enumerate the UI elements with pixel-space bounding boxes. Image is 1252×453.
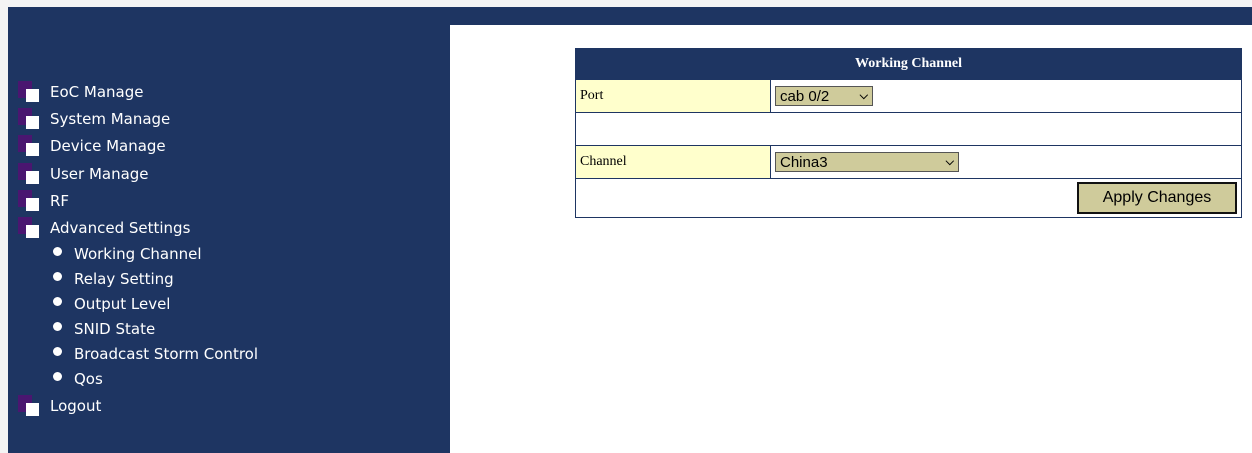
sidebar-subitem-label: Working Channel <box>74 245 202 264</box>
top-border <box>0 0 1252 7</box>
sidebar-item-user-manage[interactable]: User Manage <box>18 160 258 187</box>
sidebar-item-system-manage[interactable]: System Manage <box>18 105 258 132</box>
folder-icon <box>18 395 40 417</box>
folder-icon <box>18 217 40 239</box>
port-select-value: cab 0/2 <box>780 87 830 105</box>
port-select[interactable]: cab 0/2 ⌵ <box>775 86 873 106</box>
channel-label: Channel <box>576 146 771 178</box>
sidebar-subitem-snid-state[interactable]: SNID State <box>18 317 258 342</box>
chevron-down-icon: ⌵ <box>859 89 868 102</box>
sidebar-item-logout[interactable]: Logout <box>18 393 258 420</box>
port-row: Port cab 0/2 ⌵ <box>576 79 1241 112</box>
port-value-cell: cab 0/2 ⌵ <box>771 80 1241 112</box>
channel-select[interactable]: China3 ⌵ <box>775 152 959 172</box>
folder-icon <box>18 80 40 103</box>
sidebar-subitem-label: Output Level <box>74 295 171 314</box>
working-channel-panel: Working Channel Port cab 0/2 ⌵ Channel C… <box>575 48 1242 218</box>
sidebar-menu: EoC Manage System Manage Device Manage U… <box>18 78 258 420</box>
sidebar-subitem-broadcast-storm-control[interactable]: Broadcast Storm Control <box>18 342 258 367</box>
folder-icon <box>18 162 40 185</box>
folder-icon <box>18 135 40 157</box>
blank-row <box>576 112 1241 145</box>
folder-icon <box>18 107 40 130</box>
channel-row: Channel China3 ⌵ <box>576 145 1241 178</box>
sidebar-item-label: Logout <box>50 397 102 416</box>
sidebar-item-eoc-manage[interactable]: EoC Manage <box>18 78 258 105</box>
bullet-icon <box>53 296 62 306</box>
sidebar-item-label: User Manage <box>50 164 149 183</box>
sidebar-subitem-label: Qos <box>74 370 103 389</box>
sidebar-item-label: Advanced Settings <box>50 219 191 238</box>
sidebar-subitem-working-channel[interactable]: Working Channel <box>18 242 258 267</box>
chevron-down-icon: ⌵ <box>945 155 954 168</box>
sidebar-item-label: Device Manage <box>50 137 166 156</box>
sidebar-item-label: EoC Manage <box>50 82 144 101</box>
bullet-icon <box>53 246 62 256</box>
sidebar-item-advanced-settings[interactable]: Advanced Settings <box>18 214 258 241</box>
sidebar-subitem-output-level[interactable]: Output Level <box>18 292 258 317</box>
sidebar-subitem-label: Relay Setting <box>74 270 174 289</box>
apply-changes-button[interactable]: Apply Changes <box>1077 182 1237 214</box>
port-label: Port <box>576 80 771 112</box>
sidebar-item-rf[interactable]: RF <box>18 187 258 214</box>
bullet-icon <box>53 321 62 331</box>
bullet-icon <box>53 371 62 381</box>
bullet-icon <box>53 271 62 281</box>
channel-value-cell: China3 ⌵ <box>771 146 1241 178</box>
channel-select-value: China3 <box>780 153 828 171</box>
left-gutter <box>0 7 8 453</box>
sidebar-item-device-manage[interactable]: Device Manage <box>18 133 258 160</box>
sidebar-subitem-label: Broadcast Storm Control <box>74 345 259 364</box>
apply-row: Apply Changes <box>576 178 1241 217</box>
sidebar-subitem-qos[interactable]: Qos <box>18 367 258 392</box>
folder-icon <box>18 189 40 212</box>
bullet-icon <box>53 346 62 356</box>
sidebar-item-label: RF <box>50 191 70 210</box>
panel-title: Working Channel <box>576 49 1241 79</box>
sidebar-subitem-label: SNID State <box>74 320 156 339</box>
sidebar-subitem-relay-setting[interactable]: Relay Setting <box>18 267 258 292</box>
sidebar-item-label: System Manage <box>50 109 171 128</box>
